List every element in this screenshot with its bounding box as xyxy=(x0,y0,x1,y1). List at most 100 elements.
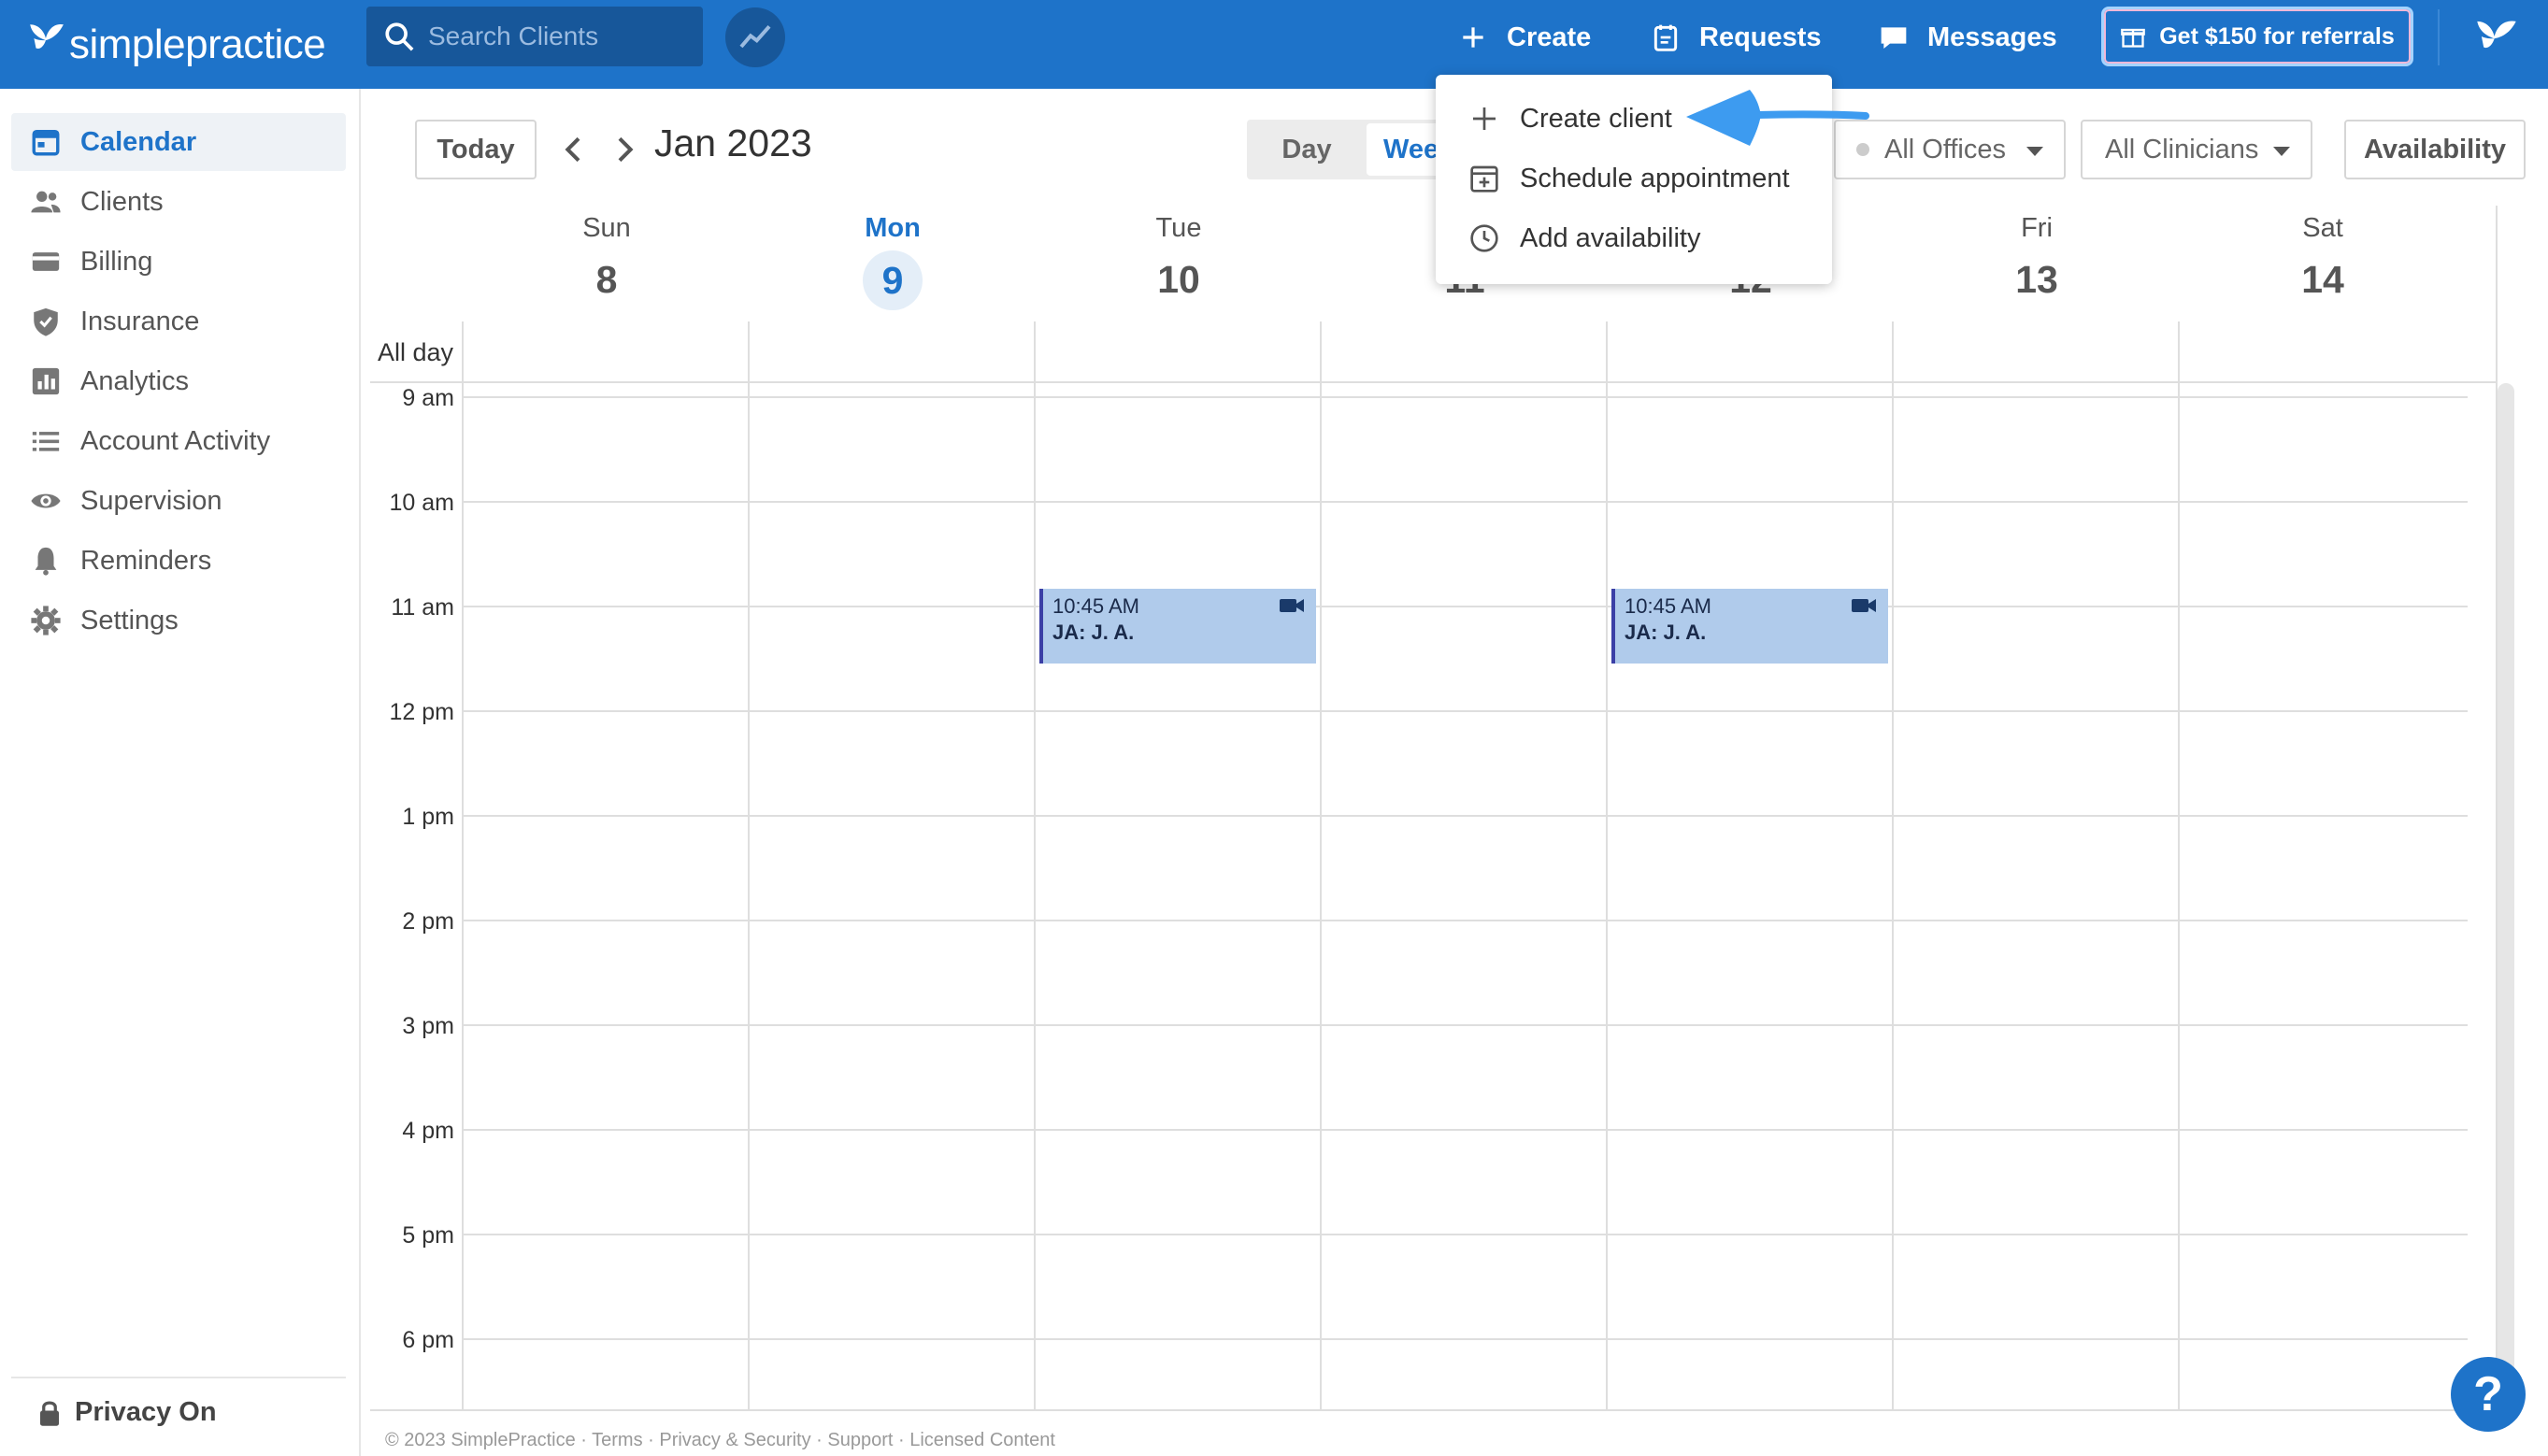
clock-icon xyxy=(1470,224,1498,252)
today-marker: 9 xyxy=(863,250,923,310)
video-camera-icon xyxy=(1852,599,1876,612)
calendar-scrollbar[interactable] xyxy=(2498,383,2514,1402)
hour-label: 9 am xyxy=(402,385,454,411)
referral-label: Get $150 for referrals xyxy=(2159,22,2395,50)
trending-up-icon xyxy=(739,25,771,49)
create-button[interactable]: Create xyxy=(1458,13,1591,62)
menu-item-add-availability[interactable]: Add availability xyxy=(1469,215,1700,262)
sidebar-item-label: Insurance xyxy=(80,306,200,336)
hour-line xyxy=(462,396,2468,398)
butterfly-menu-icon[interactable] xyxy=(2475,17,2518,56)
hour-label: 12 pm xyxy=(389,699,454,725)
butterfly-logo-icon xyxy=(30,23,64,49)
appointment-time: 10:45 AM xyxy=(1052,594,1139,618)
today-label: Today xyxy=(437,134,515,164)
menu-item-schedule-appointment[interactable]: Schedule appointment xyxy=(1469,155,1790,202)
hour-label: 10 am xyxy=(389,490,454,516)
hour-line xyxy=(462,1129,2468,1131)
sidebar-divider xyxy=(11,1377,346,1378)
day-number-mon[interactable]: 9 xyxy=(750,250,1036,310)
grid-column-line xyxy=(1034,321,1036,1411)
menu-item-label: Create client xyxy=(1520,103,1672,134)
clinicians-filter[interactable]: All Clinicians xyxy=(2081,120,2312,179)
appointment-thu[interactable]: 10:45 AM JA: J. A. xyxy=(1611,589,1888,664)
gift-icon xyxy=(2121,28,2146,48)
day-number-sun[interactable]: 8 xyxy=(464,258,750,302)
search-box[interactable] xyxy=(366,7,703,66)
sidebar-item-calendar[interactable]: Calendar xyxy=(11,113,346,171)
bar-chart-icon xyxy=(32,367,60,395)
sidebar-item-insurance[interactable]: Insurance xyxy=(11,293,346,350)
hour-label: 3 pm xyxy=(402,1013,454,1039)
clipboard-icon xyxy=(1653,24,1678,51)
hour-line xyxy=(462,710,2468,712)
search-clients-input[interactable] xyxy=(428,21,690,51)
hour-line xyxy=(462,815,2468,817)
day-number-sat[interactable]: 14 xyxy=(2180,258,2466,302)
today-button[interactable]: Today xyxy=(415,120,537,179)
view-day-button[interactable]: Day xyxy=(1247,120,1367,179)
calendar-plus-icon xyxy=(1470,165,1498,193)
header-divider xyxy=(2438,9,2440,65)
messages-label: Messages xyxy=(1927,21,2057,52)
menu-item-label: Schedule appointment xyxy=(1520,163,1790,193)
chat-bubble-icon xyxy=(1881,27,1907,49)
all-day-label: All day xyxy=(378,338,454,366)
requests-label: Requests xyxy=(1699,21,1822,52)
question-mark-icon: ? xyxy=(2473,1367,2503,1421)
grid-column-line xyxy=(748,321,750,1411)
privacy-label: Privacy On xyxy=(75,1397,217,1427)
day-name-mon: Mon xyxy=(865,213,921,243)
sidebar-item-label: Analytics xyxy=(80,365,190,396)
sidebar-item-supervision[interactable]: Supervision xyxy=(11,472,346,530)
sidebar: Calendar Clients Billing Insurance Analy… xyxy=(0,89,361,1456)
privacy-toggle[interactable]: Privacy On xyxy=(37,1397,217,1428)
sidebar-item-analytics[interactable]: Analytics xyxy=(11,352,346,410)
appointment-tue[interactable]: 10:45 AM JA: J. A. xyxy=(1039,589,1316,664)
sidebar-item-label: Settings xyxy=(80,605,179,635)
gear-icon xyxy=(31,606,61,635)
sidebar-item-clients[interactable]: Clients xyxy=(11,173,346,231)
top-navigation-bar: simplepractice Create Requests Messages … xyxy=(0,0,2548,89)
availability-button[interactable]: Availability xyxy=(2344,120,2526,179)
simplepractice-logo[interactable]: simple practice xyxy=(26,9,326,79)
sidebar-item-reminders[interactable]: Reminders xyxy=(11,532,346,590)
current-month: Jan 2023 xyxy=(654,121,812,164)
sidebar-item-account-activity[interactable]: Account Activity xyxy=(11,412,346,470)
referral-button[interactable]: Get $150 for referrals xyxy=(2101,7,2413,66)
chevron-left-icon[interactable] xyxy=(555,131,593,168)
grid-column-line xyxy=(1320,321,1322,1411)
day-name-fri: Fri xyxy=(2021,213,2053,243)
video-camera-icon xyxy=(1280,599,1304,612)
help-button[interactable]: ? xyxy=(2451,1357,2526,1432)
hour-label: 11 am xyxy=(391,594,454,621)
day-number-fri[interactable]: 13 xyxy=(1894,258,2180,302)
grid-column-line xyxy=(2178,321,2180,1411)
hour-label: 5 pm xyxy=(402,1222,454,1249)
plus-icon xyxy=(1463,27,1483,48)
grid-column-line xyxy=(1606,321,1608,1411)
sidebar-item-label: Supervision xyxy=(80,485,222,516)
annotation-arrow-icon xyxy=(1686,90,1869,146)
grid-column-line xyxy=(462,321,464,1411)
day-number-tue[interactable]: 10 xyxy=(1036,258,1322,302)
sidebar-item-billing[interactable]: Billing xyxy=(11,233,346,291)
calendar-icon xyxy=(32,129,60,156)
hour-label: 2 pm xyxy=(402,908,454,935)
footer-links[interactable]: © 2023 SimplePractice · Terms · Privacy … xyxy=(385,1430,1055,1451)
insights-button[interactable] xyxy=(725,7,785,67)
hour-line xyxy=(462,1024,2468,1026)
chevron-right-icon[interactable] xyxy=(606,131,643,168)
day-name-sun: Sun xyxy=(582,213,631,243)
sidebar-item-settings[interactable]: Settings xyxy=(11,592,346,649)
hour-label: 4 pm xyxy=(402,1118,454,1144)
messages-button[interactable]: Messages xyxy=(1879,13,2057,62)
appointment-time: 10:45 AM xyxy=(1625,594,1711,618)
hour-label: 1 pm xyxy=(402,804,454,830)
hour-line xyxy=(462,920,2468,921)
list-icon xyxy=(32,432,60,451)
menu-item-create-client[interactable]: Create client xyxy=(1469,95,1672,142)
eye-icon xyxy=(31,493,61,508)
sidebar-item-label: Calendar xyxy=(80,126,197,157)
requests-button[interactable]: Requests xyxy=(1651,13,1822,62)
